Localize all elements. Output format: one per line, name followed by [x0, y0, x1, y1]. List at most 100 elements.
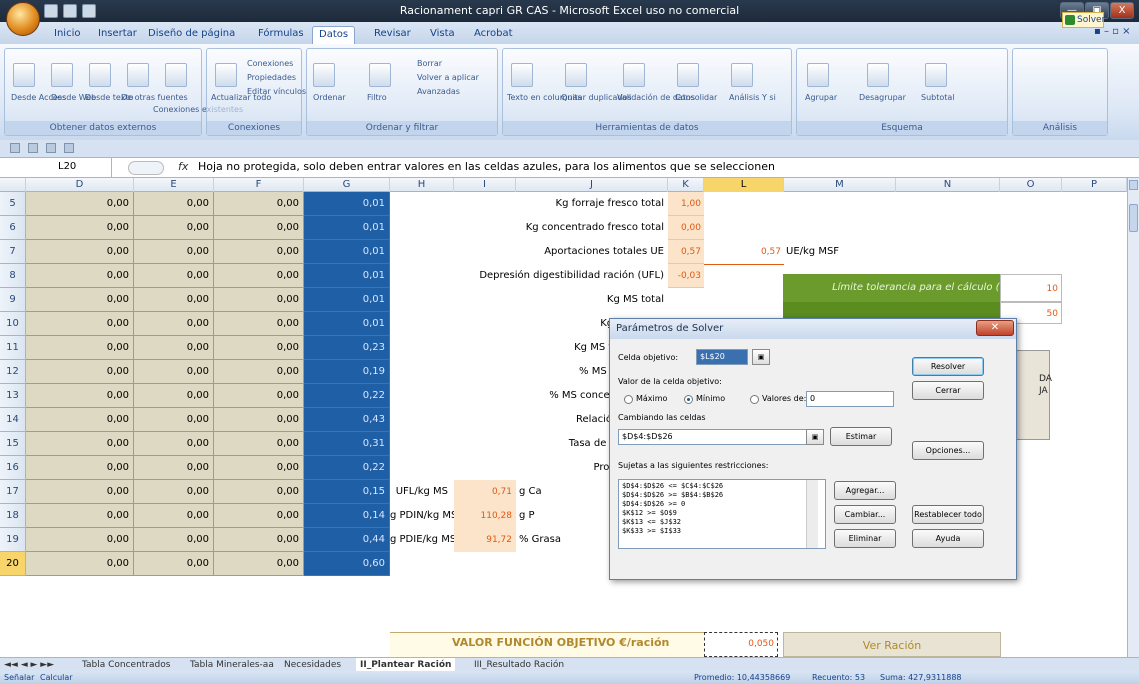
cell-d[interactable]: 0,00: [26, 504, 134, 528]
row-header[interactable]: 13: [0, 384, 26, 408]
cell-f[interactable]: 0,00: [214, 408, 304, 432]
text-to-columns-icon[interactable]: [511, 63, 533, 87]
tab-insertar[interactable]: Insertar: [92, 26, 143, 44]
cell-g[interactable]: 0,01: [304, 216, 390, 240]
reset-all-button[interactable]: Restablecer todo: [912, 505, 984, 524]
cell-f[interactable]: 0,00: [214, 432, 304, 456]
sheet-tab[interactable]: III_Resultado Ración: [474, 658, 564, 672]
constraint-item[interactable]: $K$33 >= $I$33: [622, 527, 822, 536]
cell-f[interactable]: 0,00: [214, 456, 304, 480]
constraints-list[interactable]: $D$4:$D$26 <= $C$4:$C$26 $D$4:$D$26 >= $…: [618, 479, 826, 549]
cell-e[interactable]: 0,00: [134, 216, 214, 240]
constraint-item[interactable]: $D$4:$D$26 >= $B$4:$B$26: [622, 491, 822, 500]
toolbar-icon[interactable]: [10, 143, 20, 153]
cell-e[interactable]: 0,00: [134, 408, 214, 432]
sheet-tab[interactable]: Tabla Minerales-aa: [190, 658, 274, 672]
toolbar-icon[interactable]: [28, 143, 38, 153]
cell-d[interactable]: 0,00: [26, 480, 134, 504]
scroll-up-icon[interactable]: [1129, 180, 1138, 190]
remove-duplicates-icon[interactable]: [565, 63, 587, 87]
name-box[interactable]: L20: [0, 158, 112, 178]
consolidate-icon[interactable]: [677, 63, 699, 87]
row-header[interactable]: 10: [0, 312, 26, 336]
column-header[interactable]: O: [1000, 178, 1062, 192]
cell-d[interactable]: 0,00: [26, 336, 134, 360]
cell-k[interactable]: 0,00: [668, 216, 704, 240]
cell-f[interactable]: 0,00: [214, 312, 304, 336]
ue-value[interactable]: 0,57: [704, 240, 784, 264]
text-icon[interactable]: [89, 63, 111, 87]
formula-content[interactable]: Hoja no protegida, solo deben entrar val…: [198, 160, 775, 173]
cell-g[interactable]: 0,01: [304, 264, 390, 288]
cell-e[interactable]: 0,00: [134, 336, 214, 360]
column-header-selected[interactable]: L: [704, 178, 784, 192]
tab-datos[interactable]: Datos: [312, 26, 356, 44]
cell-g[interactable]: 0,14: [304, 504, 390, 528]
cell-g[interactable]: 0,01: [304, 192, 390, 216]
cell-e[interactable]: 0,00: [134, 288, 214, 312]
cell-e[interactable]: 0,00: [134, 312, 214, 336]
refresh-icon[interactable]: [215, 63, 237, 87]
tab-acrobat[interactable]: Acrobat: [468, 26, 519, 44]
cell-e[interactable]: 0,00: [134, 240, 214, 264]
cell-e[interactable]: 0,00: [134, 384, 214, 408]
cell-e[interactable]: 0,00: [134, 360, 214, 384]
cell-d[interactable]: 0,00: [26, 312, 134, 336]
cell-d[interactable]: 0,00: [26, 264, 134, 288]
cell-g[interactable]: 0,23: [304, 336, 390, 360]
tab-revisar[interactable]: Revisar: [368, 26, 417, 44]
max-radio[interactable]: [624, 395, 633, 404]
cell-e[interactable]: 0,00: [134, 528, 214, 552]
row-header[interactable]: 11: [0, 336, 26, 360]
column-header[interactable]: I: [454, 178, 516, 192]
cell-e[interactable]: 0,00: [134, 552, 214, 576]
value-of-radio[interactable]: [750, 395, 759, 404]
row-header[interactable]: 18: [0, 504, 26, 528]
cell-g[interactable]: 0,19: [304, 360, 390, 384]
ribbon-label[interactable]: Conexiones: [247, 59, 293, 68]
column-header[interactable]: K: [668, 178, 704, 192]
sort-icon[interactable]: [313, 63, 335, 87]
cell-e[interactable]: 0,00: [134, 504, 214, 528]
guess-button[interactable]: Estimar: [830, 427, 892, 446]
tab-diseno[interactable]: Diseño de página: [142, 26, 241, 44]
cell-f[interactable]: 0,00: [214, 528, 304, 552]
cell-e[interactable]: 0,00: [134, 480, 214, 504]
cell-e[interactable]: 0,00: [134, 192, 214, 216]
cell-g[interactable]: 0,15: [304, 480, 390, 504]
row-header[interactable]: 9: [0, 288, 26, 312]
cell-f[interactable]: 0,00: [214, 240, 304, 264]
cell-k[interactable]: -0,03: [668, 264, 704, 288]
subtotal-icon[interactable]: [925, 63, 947, 87]
connections-icon[interactable]: [165, 63, 187, 87]
column-header[interactable]: P: [1062, 178, 1127, 192]
cell-d[interactable]: 0,00: [26, 408, 134, 432]
column-header[interactable]: H: [390, 178, 454, 192]
cell-k[interactable]: 0,57: [668, 240, 704, 264]
cell-d[interactable]: 0,00: [26, 432, 134, 456]
ribbon-label[interactable]: Editar vínculos: [247, 87, 306, 96]
min-radio[interactable]: [684, 395, 693, 404]
cell-f[interactable]: 0,00: [214, 264, 304, 288]
cell-g[interactable]: 0,01: [304, 312, 390, 336]
row-header[interactable]: 8: [0, 264, 26, 288]
toolbar-icon[interactable]: [46, 143, 56, 153]
sheet-nav-icon[interactable]: ◄◄ ◄ ► ►►: [4, 658, 54, 672]
value-of-input[interactable]: 0: [806, 391, 894, 407]
column-header[interactable]: F: [214, 178, 304, 192]
cell-f[interactable]: 0,00: [214, 504, 304, 528]
filter-icon[interactable]: [369, 63, 391, 87]
sheet-tab[interactable]: Necesidades: [284, 658, 341, 672]
cell-f[interactable]: 0,00: [214, 360, 304, 384]
access-icon[interactable]: [13, 63, 35, 87]
cell-g[interactable]: 0,31: [304, 432, 390, 456]
row-header[interactable]: 19: [0, 528, 26, 552]
cell-g[interactable]: 0,01: [304, 240, 390, 264]
cell-e[interactable]: 0,00: [134, 456, 214, 480]
row-header[interactable]: 14: [0, 408, 26, 432]
tab-vista[interactable]: Vista: [424, 26, 461, 44]
ribbon-label[interactable]: Borrar: [417, 59, 442, 68]
row-header[interactable]: 17: [0, 480, 26, 504]
collapse-dialog-icon[interactable]: ▣: [806, 429, 824, 445]
cell-d[interactable]: 0,00: [26, 528, 134, 552]
